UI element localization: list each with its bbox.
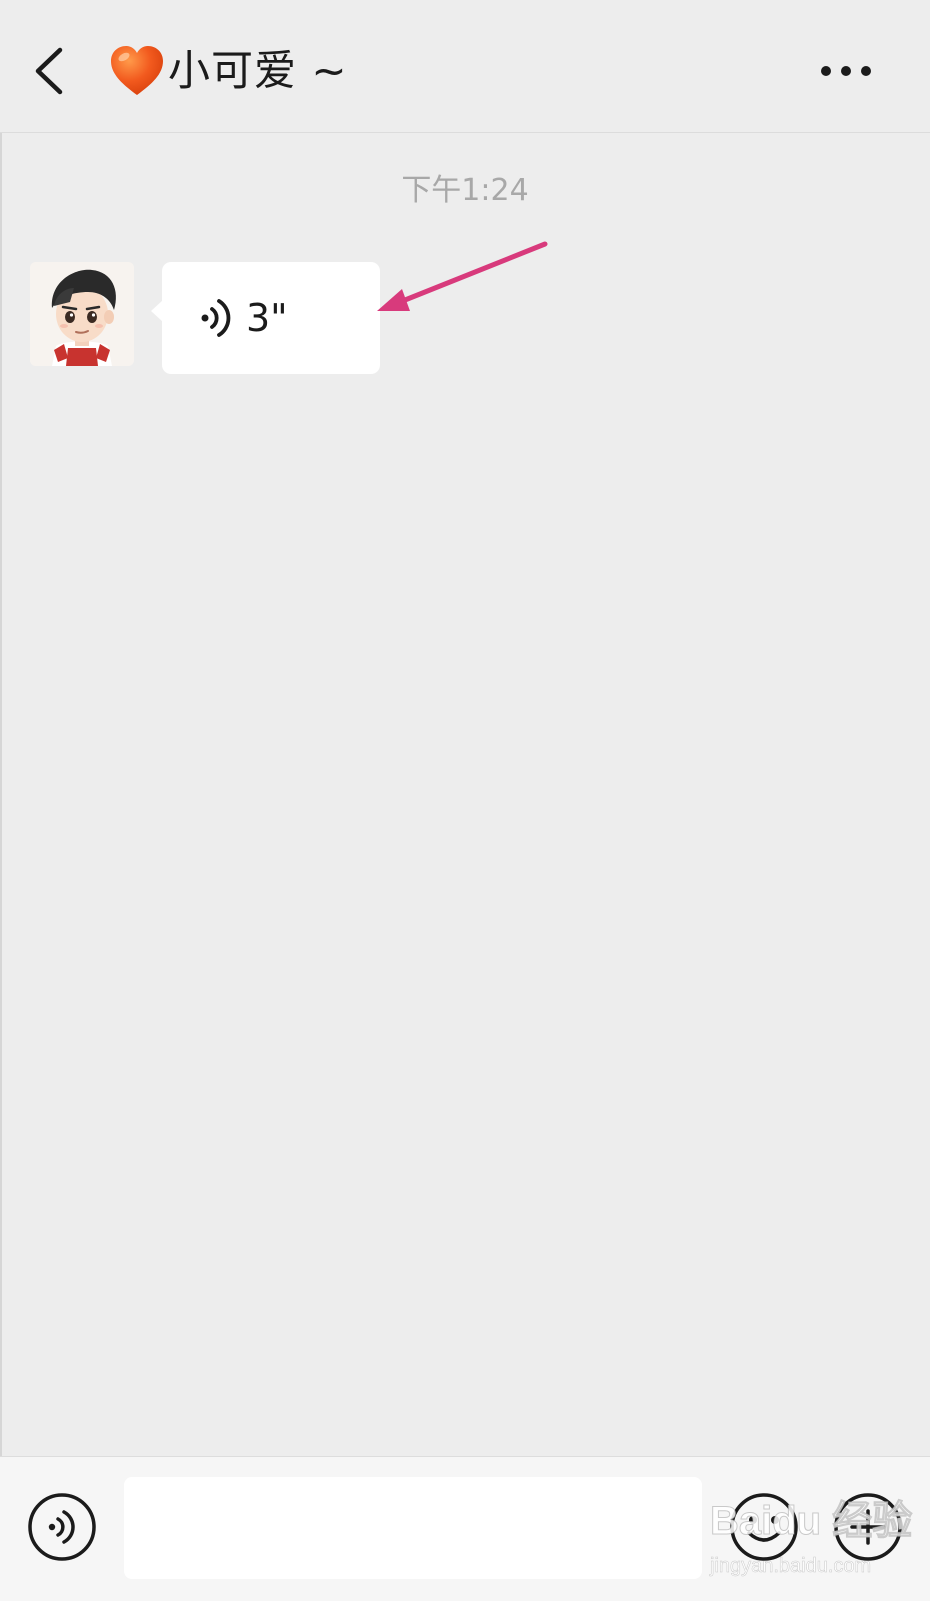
chat-header: 小可爱 ~ bbox=[0, 0, 930, 133]
voice-duration: 3" bbox=[246, 296, 288, 340]
left-edge-divider bbox=[0, 0, 2, 1600]
emoji-face-icon bbox=[728, 1491, 800, 1563]
chevron-left-icon bbox=[26, 36, 86, 106]
message-timestamp: 下午1:24 bbox=[401, 173, 529, 208]
input-bar bbox=[0, 1456, 930, 1601]
message-input[interactable] bbox=[124, 1477, 702, 1579]
chat-title: 小可爱 ~ bbox=[108, 40, 348, 102]
emoji-button[interactable] bbox=[728, 1491, 800, 1563]
more-dots-icon bbox=[820, 46, 894, 96]
bubble-tail bbox=[151, 300, 163, 322]
voice-message-bubble[interactable]: 3" bbox=[151, 262, 380, 374]
back-button[interactable] bbox=[26, 36, 86, 106]
voice-wave-icon bbox=[200, 296, 234, 340]
contact-name: 小可爱 ~ bbox=[168, 46, 348, 95]
plus-circle-icon bbox=[832, 1491, 904, 1563]
voice-mode-button[interactable] bbox=[26, 1491, 98, 1563]
orange-heart-icon bbox=[108, 44, 166, 98]
more-options-button[interactable] bbox=[820, 46, 894, 96]
voice-mode-icon bbox=[26, 1491, 98, 1563]
contact-avatar[interactable] bbox=[30, 262, 134, 366]
more-functions-button[interactable] bbox=[832, 1491, 904, 1563]
